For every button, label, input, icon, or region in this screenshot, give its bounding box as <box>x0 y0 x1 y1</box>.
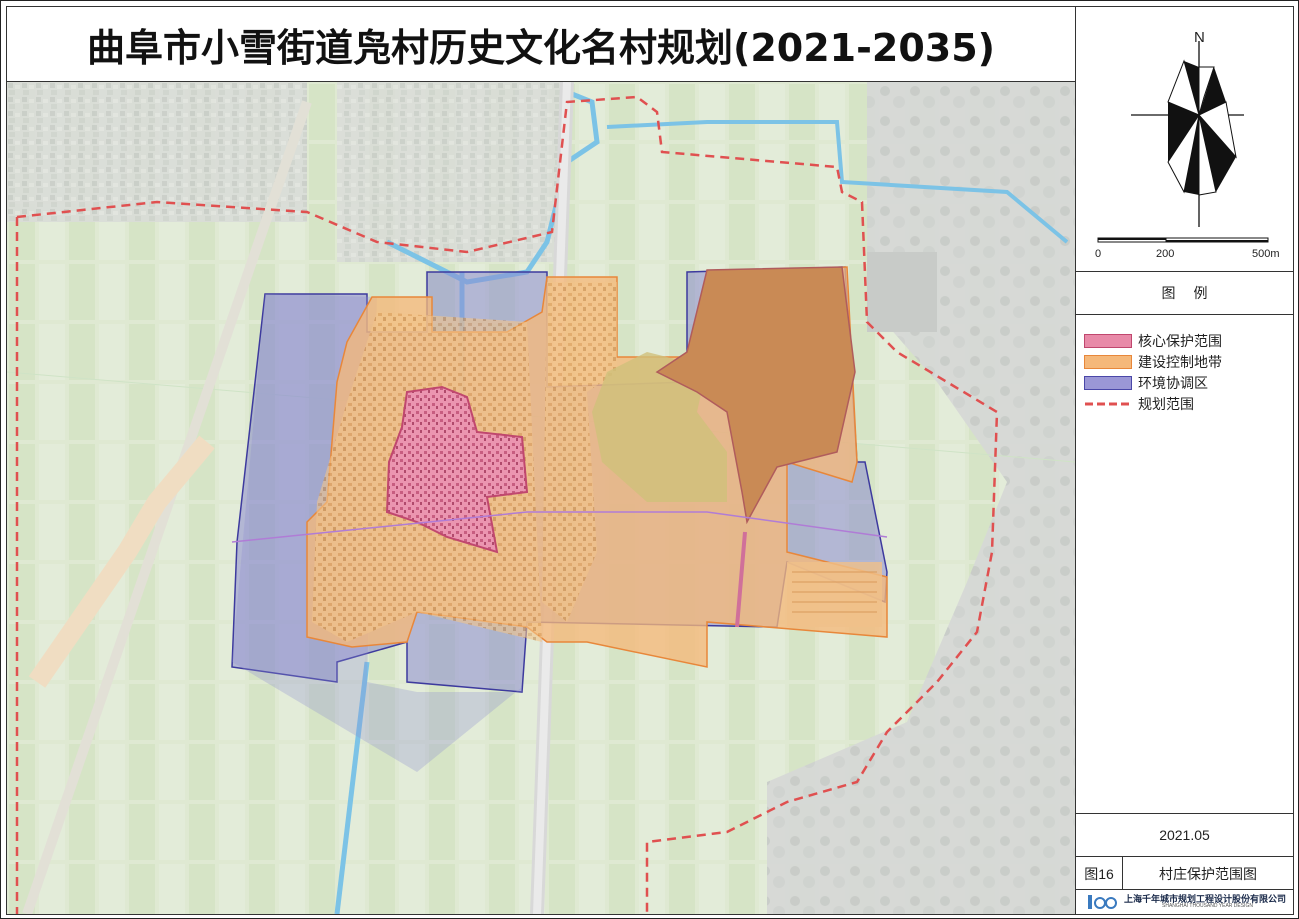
legend: 核心保护范围 建设控制地带 环境协调区 规划范围 <box>1076 315 1293 814</box>
legend-label: 规划范围 <box>1138 396 1194 412</box>
legend-label: 核心保护范围 <box>1138 333 1222 349</box>
map-date: 2021.05 <box>1159 827 1210 843</box>
legend-item-control: 建设控制地带 <box>1084 354 1222 370</box>
figure-name: 村庄保护范围图 <box>1159 865 1257 882</box>
north-arrow-icon <box>1097 41 1269 243</box>
scale-label-500: 500m <box>1252 248 1280 260</box>
legend-title: 图例 <box>1161 285 1226 301</box>
legend-item-environment: 环境协调区 <box>1084 375 1208 391</box>
legend-label: 建设控制地带 <box>1138 354 1222 370</box>
swatch-control-icon <box>1084 355 1132 369</box>
map-canvas[interactable] <box>7 82 1075 914</box>
building-block-ne <box>867 252 937 332</box>
legend-item-core: 核心保护范围 <box>1084 333 1222 349</box>
swatch-core-icon <box>1084 334 1132 348</box>
legend-label: 环境协调区 <box>1138 375 1208 391</box>
figure-cell: 图16 村庄保护范围图 <box>1076 857 1293 890</box>
company-footer: 上海千年城市规划工程设计股份有限公司 SHANGHAI THOUSAND YEA… <box>1076 890 1293 914</box>
legend-item-boundary: 规划范围 <box>1084 396 1194 412</box>
map-area[interactable] <box>6 81 1076 915</box>
company-name-en: SHANGHAI THOUSAND YEAR DESIGN <box>1162 903 1253 909</box>
map-title: 曲阜市小雪街道凫村历史文化名村规划(2021-2035) <box>86 25 996 70</box>
scale-label-200: 200 <box>1156 248 1175 260</box>
swatch-dashed-line-icon <box>1085 402 1131 406</box>
side-panel: N 0 200 500m 图例 核心保护范围 建设控制地带 环境协调区 规划范围… <box>1075 6 1294 915</box>
title-box: 曲阜市小雪街道凫村历史文化名村规划(2021-2035) <box>6 6 1076 82</box>
swatch-environment-icon <box>1084 376 1132 390</box>
company-logo-icon <box>1088 895 1117 909</box>
date-cell: 2021.05 <box>1076 814 1293 857</box>
figure-number: 图16 <box>1076 857 1123 890</box>
urban-area-n <box>337 82 567 262</box>
compass-cell: N 0 200 500m <box>1076 7 1293 272</box>
legend-header: 图例 <box>1076 272 1293 315</box>
scale-label-0: 0 <box>1095 248 1102 260</box>
